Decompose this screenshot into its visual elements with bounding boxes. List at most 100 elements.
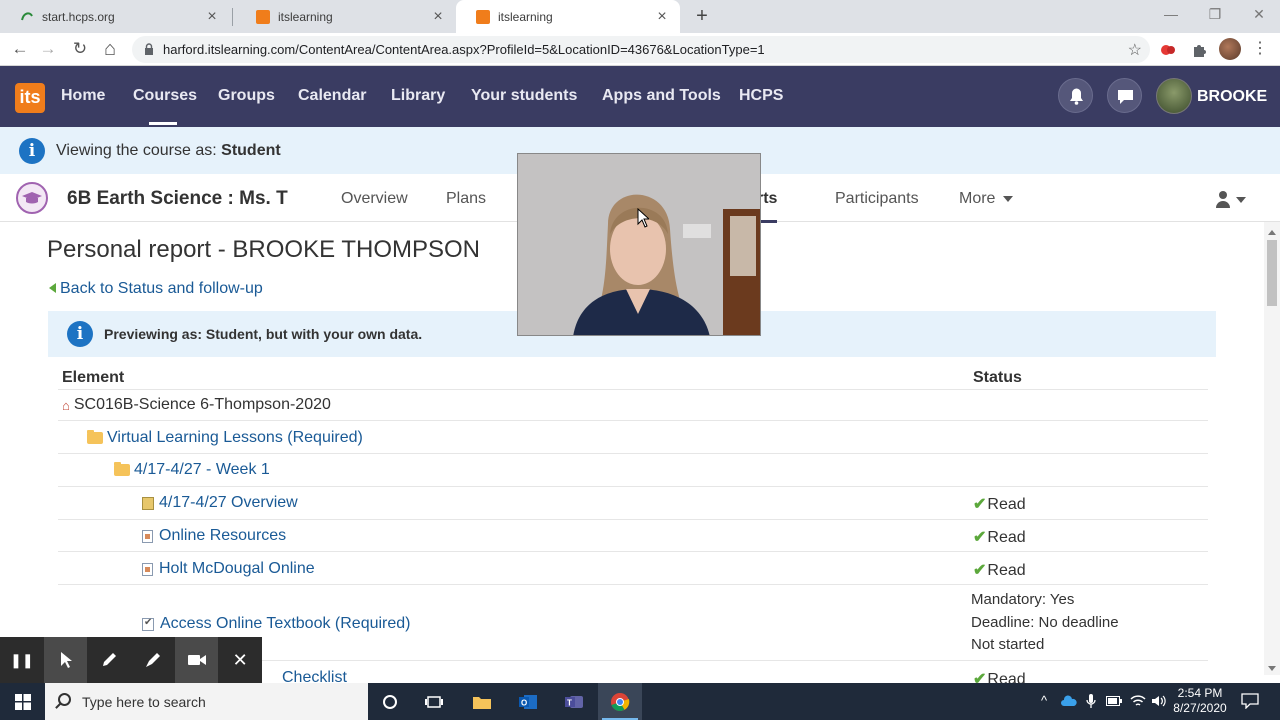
outlook-button[interactable]: O [506, 683, 550, 720]
wifi-icon[interactable] [1130, 694, 1146, 708]
itslearning-favicon-icon [256, 9, 270, 24]
nav-library[interactable]: Library [391, 87, 445, 105]
messages-button[interactable] [1107, 78, 1142, 113]
table-row[interactable]: Access Online Textbook (Required) [142, 615, 411, 633]
task-view-button[interactable] [412, 683, 456, 720]
clock-date: 8/27/2020 [1173, 701, 1227, 715]
pause-recording-button[interactable]: ❚❚ [0, 637, 44, 683]
page-scrollbar[interactable] [1264, 222, 1280, 675]
back-button[interactable]: ← [8, 38, 32, 60]
folder-icon [87, 430, 103, 444]
bookmark-star-icon[interactable]: ☆ [1128, 40, 1142, 60]
window-close-button[interactable]: ✕ [1238, 0, 1280, 30]
folder-link[interactable]: 4/17-4/27 - Week 1 [134, 461, 270, 479]
taskbar-search[interactable]: Type here to search [45, 683, 368, 720]
element-link[interactable]: Holt McDougal Online [159, 560, 315, 578]
tab-plans[interactable]: Plans [446, 190, 486, 208]
search-icon [58, 693, 71, 706]
microphone-icon[interactable] [1086, 693, 1096, 709]
maximize-button[interactable]: ❐ [1194, 0, 1236, 30]
teams-button[interactable]: T [552, 683, 596, 720]
file-explorer-button[interactable] [460, 683, 504, 720]
tab-more[interactable]: More [959, 190, 1014, 208]
browser-tab-start-hcps[interactable]: start.hcps.org × [0, 0, 230, 33]
element-link[interactable]: Access Online Textbook (Required) [160, 615, 411, 633]
table-row[interactable]: 4/17-4/27 Overview [142, 494, 298, 512]
browser-menu-icon[interactable]: ⋮ [1252, 38, 1268, 58]
extensions-puzzle-icon[interactable] [1191, 42, 1207, 58]
pen-tool-button[interactable] [87, 637, 131, 683]
address-bar[interactable]: harford.itslearning.com/ContentArea/Cont… [132, 36, 1150, 63]
tab-close-icon[interactable]: × [430, 8, 446, 26]
scroll-up-arrow-icon[interactable] [1268, 230, 1276, 235]
row-divider [58, 453, 1208, 454]
person-menu-icon[interactable] [1214, 189, 1248, 209]
search-placeholder: Type here to search [82, 694, 206, 710]
show-hidden-icons-icon[interactable]: ^ [1041, 693, 1047, 708]
taskbar-clock[interactable]: 2:54 PM 8/27/2020 [1171, 686, 1229, 716]
outlook-icon: O [519, 694, 537, 709]
forward-button[interactable]: → [36, 38, 60, 60]
course-title[interactable]: 6B Earth Science : Ms. T [67, 188, 288, 210]
recorder-extension-icon[interactable] [1160, 42, 1176, 58]
user-name[interactable]: BROOKE [1197, 88, 1267, 106]
url-text: harford.itslearning.com/ContentArea/Cont… [163, 42, 765, 57]
reload-button[interactable]: ↻ [68, 38, 92, 60]
browser-tab-itslearning-active[interactable]: itslearning × [456, 0, 680, 33]
webcam-toggle-button[interactable] [174, 637, 219, 683]
task-view-icon [425, 695, 443, 708]
nav-courses[interactable]: Courses [133, 87, 197, 125]
folder-link[interactable]: Virtual Learning Lessons (Required) [107, 429, 363, 447]
notification-center-icon[interactable] [1241, 693, 1259, 709]
webcam-overlay[interactable] [517, 153, 761, 336]
volume-icon[interactable] [1151, 694, 1167, 708]
table-row[interactable]: Holt McDougal Online [142, 560, 315, 578]
nav-calendar[interactable]: Calendar [298, 87, 366, 105]
table-row[interactable]: 4/17-4/27 - Week 1 [114, 461, 270, 479]
back-link[interactable]: Back to Status and follow-up [49, 280, 263, 298]
nav-home[interactable]: Home [61, 87, 105, 105]
tab-more-label: More [959, 190, 996, 207]
close-recorder-button[interactable]: ✕ [218, 637, 262, 683]
tab-close-icon[interactable]: × [654, 8, 670, 26]
scroll-down-arrow-icon[interactable] [1268, 666, 1276, 671]
tab-overview[interactable]: Overview [341, 190, 408, 208]
element-link[interactable]: 4/17-4/27 Overview [159, 494, 298, 512]
nav-groups[interactable]: Groups [218, 87, 275, 105]
user-avatar[interactable] [1156, 78, 1192, 114]
viewing-as-role: Student [221, 142, 281, 159]
battery-icon[interactable] [1106, 696, 1122, 706]
start-button[interactable] [0, 683, 45, 720]
minimize-button[interactable]: — [1150, 0, 1192, 30]
chat-bubble-icon [1118, 90, 1133, 104]
highlighter-tool-button[interactable] [131, 637, 175, 683]
onedrive-cloud-icon[interactable] [1061, 695, 1077, 707]
scrollbar-thumb[interactable] [1267, 240, 1277, 306]
notifications-button[interactable] [1058, 78, 1093, 113]
page-icon [142, 562, 153, 576]
home-button[interactable]: ⌂ [98, 38, 122, 60]
cortana-button[interactable] [368, 683, 412, 720]
lock-icon [145, 43, 153, 55]
arrow-left-icon [49, 282, 56, 293]
tab-close-icon[interactable]: × [204, 8, 220, 26]
new-tab-button[interactable]: + [690, 4, 714, 28]
browser-tab-itslearning[interactable]: itslearning × [236, 0, 456, 33]
assignment-icon [142, 617, 154, 631]
pointer-tool-button[interactable] [43, 637, 88, 683]
chrome-icon [611, 692, 630, 711]
element-link[interactable]: Online Resources [159, 527, 286, 545]
nav-your-students[interactable]: Your students [471, 87, 577, 105]
webcam-person-image [518, 154, 760, 335]
table-row[interactable]: Online Resources [142, 527, 286, 545]
itslearning-logo[interactable]: its [15, 83, 45, 113]
pointer-icon [60, 652, 72, 668]
browser-profile-avatar[interactable] [1219, 38, 1241, 60]
table-row[interactable]: Virtual Learning Lessons (Required) [87, 429, 363, 447]
clock-time: 2:54 PM [1177, 686, 1223, 700]
mouse-cursor-icon [637, 208, 649, 228]
nav-hcps[interactable]: HCPS [739, 87, 783, 105]
tab-participants[interactable]: Participants [835, 190, 919, 208]
nav-apps-and-tools[interactable]: Apps and Tools [602, 87, 721, 105]
chrome-button[interactable] [598, 683, 642, 720]
